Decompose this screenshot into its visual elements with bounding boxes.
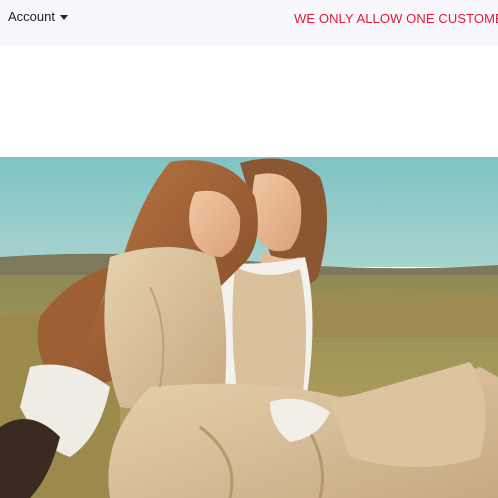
header-spacer — [0, 46, 498, 157]
account-label: Account — [8, 9, 55, 24]
caret-down-icon — [59, 15, 68, 20]
top-bar: Account WE ONLY ALLOW ONE CUSTOME — [0, 0, 498, 46]
account-dropdown[interactable]: Account — [8, 9, 68, 24]
announcement-text: WE ONLY ALLOW ONE CUSTOME — [294, 11, 498, 26]
hero-image[interactable] — [0, 157, 498, 498]
